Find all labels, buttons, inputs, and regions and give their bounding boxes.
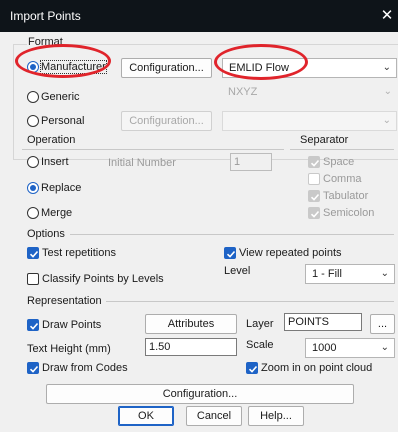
level-select-value: 1 - Fill <box>312 268 342 280</box>
chevron-down-icon: ⌄ <box>383 86 392 97</box>
separator-group-separator <box>290 149 394 150</box>
highlight-ring-emlid <box>214 44 308 80</box>
dialog-title: Import Points <box>10 9 81 23</box>
view-repeated-label[interactable]: View repeated points <box>239 247 342 259</box>
initial-number-input[interactable]: 1 <box>230 153 272 171</box>
tabulator-checkbox-label[interactable]: Tabulator <box>323 190 368 202</box>
initial-number-label: Initial Number <box>108 157 176 169</box>
draw-points-checkbox-box[interactable] <box>27 319 39 331</box>
attributes-button[interactable]: Attributes <box>145 314 237 334</box>
check-icon <box>29 322 39 330</box>
text-height-label: Text Height (mm) <box>27 343 111 355</box>
personal-radio-label[interactable]: Personal <box>41 115 84 127</box>
layer-label: Layer <box>246 318 274 330</box>
draw-points-label[interactable]: Draw Points <box>42 319 101 331</box>
check-icon <box>310 193 320 201</box>
draw-from-codes-checkbox[interactable]: Draw from Codes <box>27 361 147 375</box>
personal-radio-indicator[interactable] <box>27 115 39 127</box>
space-checkbox-label[interactable]: Space <box>323 156 354 168</box>
view-repeated-checkbox[interactable]: View repeated points <box>224 246 374 260</box>
classify-label[interactable]: Classify Points by Levels <box>42 273 164 285</box>
scale-label: Scale <box>246 339 274 351</box>
view-repeated-checkbox-box[interactable] <box>224 247 236 259</box>
representation-separator <box>106 301 394 302</box>
operation-group-label: Operation <box>27 134 76 146</box>
test-repetitions-checkbox[interactable]: Test repetitions <box>27 246 147 260</box>
test-repetitions-checkbox-box[interactable] <box>27 247 39 259</box>
merge-radio-label[interactable]: Merge <box>41 207 72 219</box>
representation-group-label: Representation <box>27 295 102 307</box>
layer-browse-button[interactable]: ... <box>370 314 395 334</box>
check-icon <box>29 365 39 373</box>
zoom-checkbox[interactable]: Zoom in on point cloud <box>246 361 396 375</box>
title-bar[interactable]: Import Points ✕ <box>0 0 398 32</box>
footer-configuration-button[interactable]: Configuration... <box>46 384 354 404</box>
generic-select[interactable]: NXYZ ⌄ <box>222 83 397 103</box>
options-group-label: Options <box>27 228 65 240</box>
comma-checkbox-label[interactable]: Comma <box>323 173 362 185</box>
insert-radio[interactable]: Insert <box>27 155 87 171</box>
generic-radio-label[interactable]: Generic <box>41 91 80 103</box>
replace-radio-indicator[interactable] <box>27 182 39 194</box>
level-select[interactable]: 1 - Fill ⌄ <box>305 264 395 284</box>
zoom-checkbox-box[interactable] <box>246 362 258 374</box>
operation-separator <box>22 149 284 150</box>
close-icon[interactable]: ✕ <box>376 6 398 26</box>
insert-radio-indicator[interactable] <box>27 156 39 168</box>
semicolon-checkbox-box[interactable] <box>308 207 320 219</box>
check-icon <box>29 250 39 258</box>
replace-radio[interactable]: Replace <box>27 181 97 197</box>
check-icon <box>226 250 236 258</box>
draw-from-codes-checkbox-box[interactable] <box>27 362 39 374</box>
check-icon <box>248 365 258 373</box>
chevron-down-icon: ⌄ <box>382 115 391 126</box>
options-separator <box>70 234 394 235</box>
personal-select[interactable]: ⌄ <box>222 111 397 131</box>
chevron-down-icon: ⌄ <box>382 62 391 73</box>
merge-radio-indicator[interactable] <box>27 207 39 219</box>
comma-checkbox[interactable]: Comma <box>308 172 388 186</box>
tabulator-checkbox-box[interactable] <box>308 190 320 202</box>
help-button[interactable]: Help... <box>248 406 304 426</box>
generic-select-value: NXYZ <box>228 86 258 98</box>
personal-radio[interactable]: Personal <box>27 114 107 130</box>
insert-radio-label[interactable]: Insert <box>41 156 69 168</box>
space-checkbox[interactable]: Space <box>308 155 388 169</box>
comma-checkbox-box[interactable] <box>308 173 320 185</box>
merge-radio[interactable]: Merge <box>27 206 87 222</box>
separator-group-label: Separator <box>300 134 349 146</box>
semicolon-checkbox[interactable]: Semicolon <box>308 206 388 220</box>
test-repetitions-label[interactable]: Test repetitions <box>42 247 116 259</box>
semicolon-checkbox-label[interactable]: Semicolon <box>323 207 374 219</box>
level-label: Level <box>224 265 251 277</box>
scale-select-value: 1000 <box>312 342 337 354</box>
ok-button[interactable]: OK <box>118 406 174 426</box>
text-height-input[interactable]: 1.50 <box>145 338 237 356</box>
tabulator-checkbox[interactable]: Tabulator <box>308 189 388 203</box>
scale-select[interactable]: 1000 ⌄ <box>305 338 395 358</box>
cancel-button[interactable]: Cancel <box>186 406 242 426</box>
personal-configuration-button[interactable]: Configuration... <box>121 111 212 131</box>
generic-radio-indicator[interactable] <box>27 91 39 103</box>
zoom-label[interactable]: Zoom in on point cloud <box>261 362 372 374</box>
classify-checkbox-box[interactable] <box>27 273 39 285</box>
layer-input[interactable]: POINTS <box>284 313 362 331</box>
chevron-down-icon: ⌄ <box>380 268 389 279</box>
check-icon <box>310 210 320 218</box>
format-configuration-button[interactable]: Configuration... <box>121 58 212 78</box>
replace-radio-label[interactable]: Replace <box>41 182 81 194</box>
draw-from-codes-label[interactable]: Draw from Codes <box>42 362 128 374</box>
draw-points-checkbox[interactable]: Draw Points <box>27 318 127 332</box>
check-icon <box>310 159 320 167</box>
highlight-ring-manufacturer <box>15 44 111 78</box>
classify-checkbox[interactable]: Classify Points by Levels <box>27 272 187 286</box>
generic-radio[interactable]: Generic <box>27 90 107 106</box>
space-checkbox-box[interactable] <box>308 156 320 168</box>
chevron-down-icon: ⌄ <box>380 342 389 353</box>
